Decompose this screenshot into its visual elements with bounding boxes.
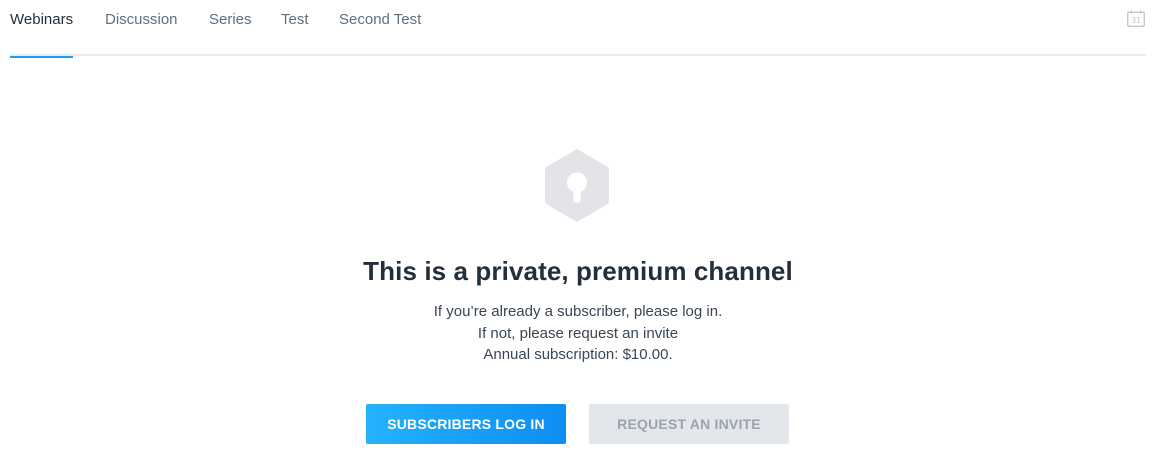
subscribers-login-button[interactable]: SUBSCRIBERS LOG IN bbox=[366, 404, 566, 444]
channel-description: If you’re already a subscriber, please l… bbox=[0, 301, 1156, 366]
tab-series[interactable]: Series bbox=[209, 0, 252, 56]
tab-discussion[interactable]: Discussion bbox=[105, 0, 178, 56]
subscription-price-text: Annual subscription: $10.00. bbox=[483, 346, 673, 363]
tab-webinars[interactable]: Webinars bbox=[10, 0, 74, 58]
channel-page: Webinars Discussion Series Test Second T… bbox=[0, 0, 1156, 463]
tab-second-test[interactable]: Second Test bbox=[339, 0, 421, 56]
keyhole-lock-icon bbox=[545, 149, 609, 222]
calendar-day-label: 31 bbox=[1131, 16, 1141, 25]
request-invite-button[interactable]: REQUEST AN INVITE bbox=[589, 404, 789, 444]
channel-tabs: Webinars Discussion Series Test Second T… bbox=[10, 0, 1146, 58]
calendar-icon[interactable]: 31 bbox=[1127, 10, 1145, 27]
page-title: This is a private, premium channel bbox=[363, 256, 793, 286]
request-invite-text: If not, please request an invite bbox=[477, 324, 679, 342]
tab-test[interactable]: Test bbox=[281, 0, 309, 56]
subscriber-login-text: If you’re already a subscriber, please l… bbox=[433, 303, 723, 320]
